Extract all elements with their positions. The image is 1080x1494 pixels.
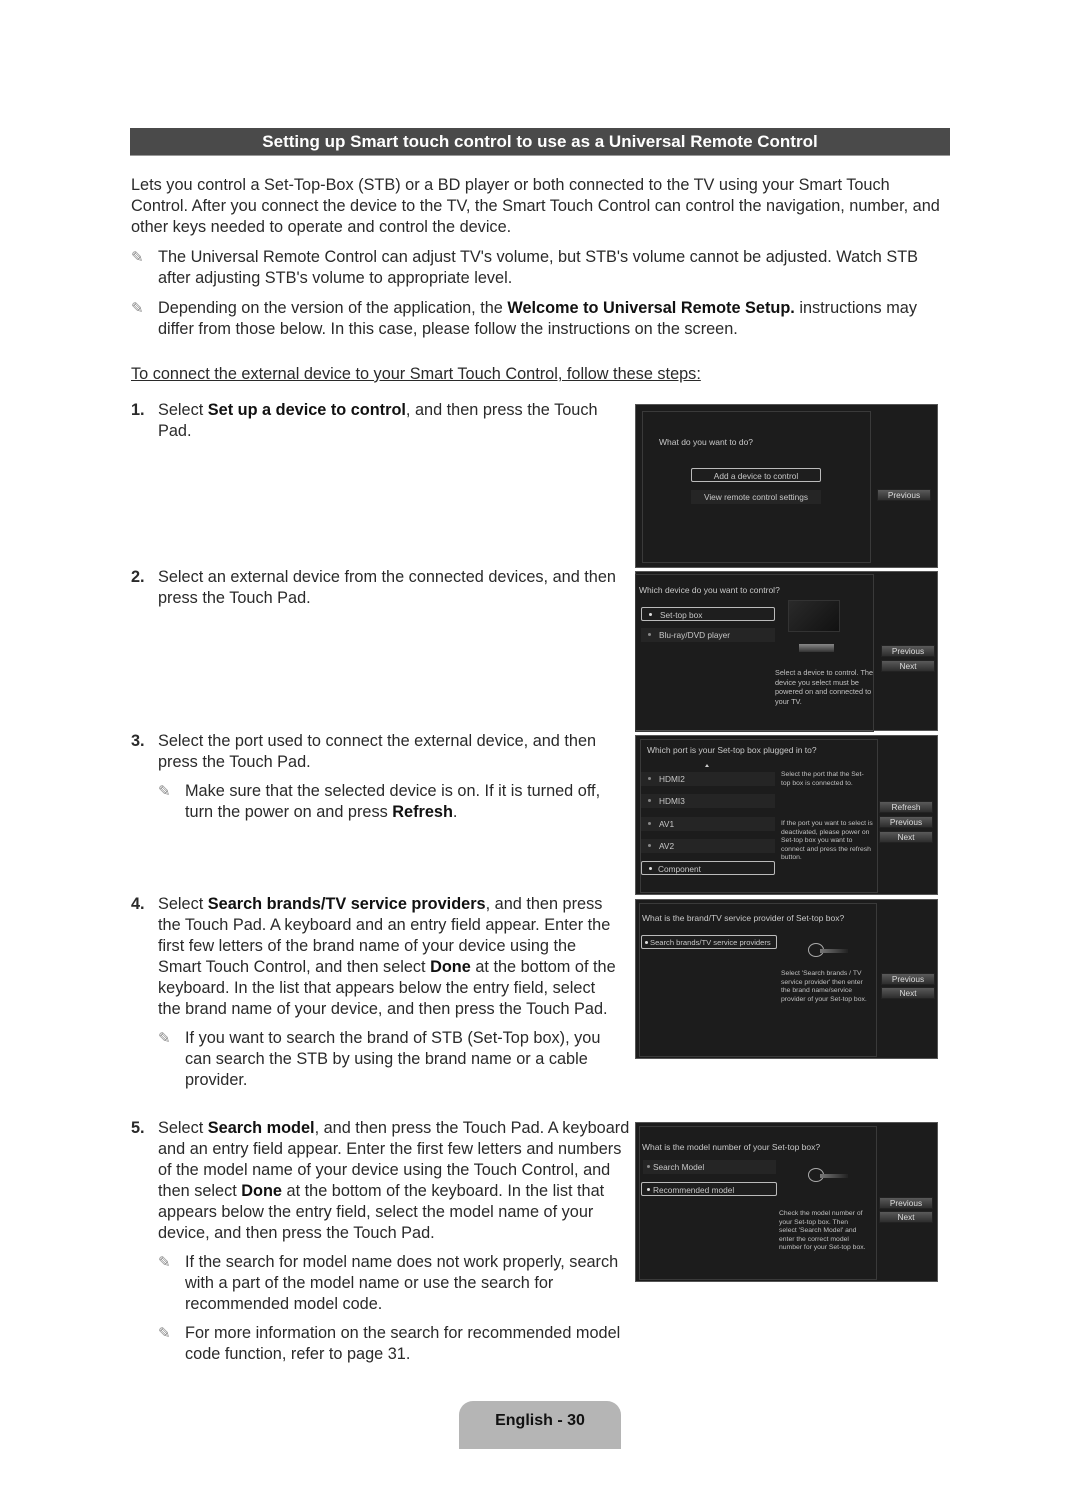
intro-paragraph: Lets you control a Set-Top-Box (STB) or …: [131, 176, 940, 236]
previous-button[interactable]: Previous: [877, 489, 931, 501]
option-view-settings[interactable]: View remote control settings: [691, 490, 821, 504]
refresh-button[interactable]: Refresh: [879, 801, 933, 813]
next-button[interactable]: Next: [879, 831, 933, 843]
step-5: 5. Select Search model, and then press t…: [131, 1119, 630, 1363]
screen-what-to-do: What do you want to do? Add a device to …: [635, 404, 938, 568]
option-search-brands[interactable]: Search brands/TV service providers: [641, 935, 777, 949]
help-text: Select a device to control. The device y…: [775, 668, 874, 706]
screen-brand-provider: What is the brand/TV service provider of…: [635, 899, 938, 1059]
screen-question: What is the brand/TV service provider of…: [642, 913, 845, 923]
pencil-note-icon: ✎: [158, 783, 171, 800]
option-hdmi3[interactable]: HDMI3: [641, 794, 775, 808]
screen-which-port: Which port is your Set-top box plugged i…: [635, 735, 938, 895]
option-av2[interactable]: AV2: [641, 839, 775, 853]
previous-button[interactable]: Previous: [881, 645, 935, 657]
screen-which-device: Which device do you want to control? Set…: [635, 571, 938, 732]
tv-image-icon: [788, 600, 840, 632]
help-text: Check the model number of your Set-top b…: [779, 1210, 866, 1251]
screen-question: Which port is your Set-top box plugged i…: [647, 745, 817, 755]
next-button[interactable]: Next: [881, 987, 935, 999]
previous-button[interactable]: Previous: [881, 973, 935, 985]
option-add-device[interactable]: Add a device to control: [691, 468, 821, 482]
step-1: 1. Select Set up a device to control, an…: [131, 401, 598, 440]
screen-question: What is the model number of your Set-top…: [642, 1142, 821, 1152]
option-set-top-box[interactable]: Set-top box: [641, 607, 775, 621]
note-more-info: ✎ For more information on the search for…: [158, 1324, 621, 1363]
option-bluray-player[interactable]: Blu-ray/DVD player: [641, 628, 775, 642]
steps-heading: To connect the external device to your S…: [131, 365, 701, 383]
pencil-note-icon: ✎: [158, 1030, 171, 1047]
screen-question: What do you want to do?: [659, 437, 754, 447]
pencil-note-icon: ✎: [158, 1254, 171, 1271]
option-component[interactable]: Component: [641, 861, 775, 875]
help-text: Select 'Search brands / TV service provi…: [781, 970, 867, 1003]
previous-button[interactable]: Previous: [879, 1197, 933, 1209]
bullet-icon: [649, 613, 652, 616]
pencil-note-icon: ✎: [131, 300, 144, 317]
option-av1[interactable]: AV1: [641, 817, 775, 831]
screen-model-number: What is the model number of your Set-top…: [635, 1122, 938, 1282]
note-refresh: ✎ Make sure that the selected device is …: [158, 782, 601, 821]
note-version: ✎ Depending on the version of the applic…: [131, 299, 917, 338]
pencil-note-icon: ✎: [158, 1325, 171, 1342]
bullet-icon: [648, 633, 651, 636]
next-button[interactable]: Next: [881, 660, 935, 672]
page-number-tab: English - 30: [459, 1401, 621, 1449]
screen-question: Which device do you want to control?: [639, 585, 780, 595]
previous-button[interactable]: Previous: [879, 816, 933, 828]
option-recommended-model[interactable]: Recommended model: [641, 1182, 777, 1196]
step-4: 4. Select Search brands/TV service provi…: [131, 894, 621, 1091]
note-brand-search: ✎ If you want to search the brand of STB…: [158, 1029, 601, 1089]
step-2: 2. Select an external device from the co…: [131, 568, 616, 607]
intro-section: Lets you control a Set-Top-Box (STB) or …: [131, 175, 946, 340]
option-search-model[interactable]: Search Model: [643, 1160, 776, 1174]
option-hdmi2[interactable]: HDMI2: [641, 772, 775, 786]
note-volume: ✎ The Universal Remote Control can adjus…: [131, 248, 919, 287]
note-model-search: ✎ If the search for model name does not …: [158, 1253, 619, 1313]
help-text-deactivated: If the port you want to select is deacti…: [781, 820, 873, 861]
help-text-port: Select the port that the Set-top box is …: [781, 771, 864, 787]
pencil-note-icon: ✎: [131, 249, 144, 266]
step-3: 3. Select the port used to connect the e…: [131, 731, 621, 823]
set-top-box-image-icon: [799, 644, 834, 652]
scroll-up-arrow-icon[interactable]: [705, 764, 709, 767]
next-button[interactable]: Next: [879, 1211, 933, 1223]
section-title: Setting up Smart touch control to use as…: [130, 128, 950, 156]
